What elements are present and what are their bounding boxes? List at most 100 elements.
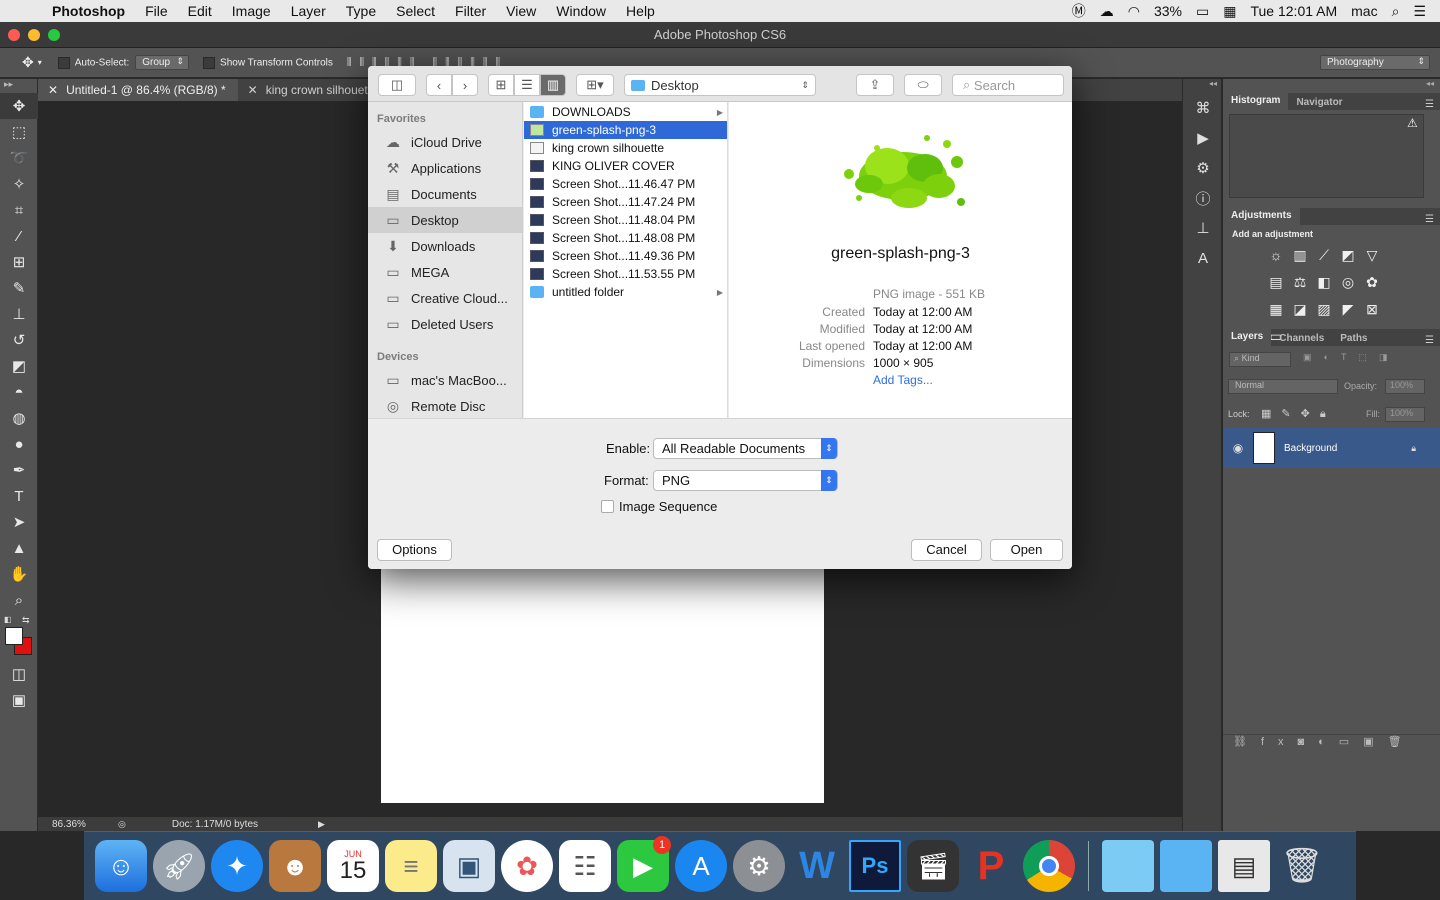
notification-center-icon[interactable]: ☰ <box>1413 3 1426 20</box>
menu-select[interactable]: Select <box>386 3 445 19</box>
tab-paths[interactable]: Paths <box>1332 333 1375 346</box>
cancel-button[interactable]: Cancel <box>911 539 982 561</box>
swap-colors-icon[interactable]: ⇆ <box>22 615 30 626</box>
layer-row-background[interactable]: ◉ Background 🔒︎ <box>1223 428 1440 468</box>
panels-collapse-icon[interactable]: ◂◂ <box>1223 79 1440 93</box>
file-row-screenshot[interactable]: Screen Shot...11.48.08 PM <box>524 229 727 247</box>
app-store-icon[interactable]: A <box>675 840 727 892</box>
vibrance-icon[interactable]: ▽ <box>1361 243 1383 267</box>
status-menu-icon[interactable]: ◎ <box>118 819 126 830</box>
actions-panel-icon[interactable]: ▶ <box>1183 123 1223 153</box>
zoom-tool-icon[interactable]: ⌕ <box>0 587 38 613</box>
move-tool-icon[interactable]: ✥ <box>0 93 38 119</box>
curves-icon[interactable]: ⟋ <box>1313 243 1335 267</box>
marquee-tool-icon[interactable]: ⬚ <box>0 119 38 145</box>
notes-icon[interactable]: ≡ <box>385 840 437 892</box>
blur-tool-icon[interactable]: ◍ <box>0 405 38 431</box>
color-swatches[interactable]: ◧ ⇆ <box>0 613 37 661</box>
blend-mode-dropdown[interactable]: Normal <box>1228 379 1338 394</box>
invert-icon[interactable]: ◪ <box>1289 297 1311 321</box>
sidebar-item-downloads[interactable]: ⬇ Downloads <box>368 233 522 259</box>
back-icon[interactable]: ‹ <box>426 74 452 96</box>
icon-view-icon[interactable]: ⊞ <box>488 74 514 96</box>
lock-icons[interactable]: ▦✎✥🔒︎ <box>1261 407 1336 421</box>
column-view-icon[interactable]: ▥ <box>540 74 566 96</box>
forward-icon[interactable]: › <box>452 74 478 96</box>
tab-navigator[interactable]: Navigator <box>1288 97 1350 110</box>
auto-select-toggle[interactable]: Auto-Select: <box>57 56 129 69</box>
calendar-icon[interactable]: ▦ <box>1223 3 1236 20</box>
user-name[interactable]: mac <box>1351 3 1377 19</box>
layer-filter-icons[interactable]: ▣◐T⬚◨ <box>1303 352 1399 363</box>
pen-tool-icon[interactable]: ✒ <box>0 457 38 483</box>
file-row-untitled-folder[interactable]: untitled folder ▶ <box>524 283 727 301</box>
tab-untitled-1[interactable]: ✕ Untitled-1 @ 86.4% (RGB/8) * <box>38 79 238 101</box>
file-row-screenshot[interactable]: Screen Shot...11.49.36 PM <box>524 247 727 265</box>
lasso-tool-icon[interactable]: ➰ <box>0 145 38 171</box>
search-field[interactable]: ⌕ Search <box>952 74 1064 96</box>
eraser-tool-icon[interactable]: ◩ <box>0 353 38 379</box>
black-white-icon[interactable]: ◧ <box>1313 270 1335 294</box>
add-tags-link[interactable]: Add Tags... <box>873 373 933 387</box>
sidebar-item-remote-disc[interactable]: ◎ Remote Disc <box>368 393 522 419</box>
magic-wand-tool-icon[interactable]: ✧ <box>0 171 38 197</box>
kind-filter-dropdown[interactable]: ⌕ Kind <box>1229 352 1291 367</box>
system-preferences-icon[interactable]: ⚙ <box>733 840 785 892</box>
posterize-icon[interactable]: ▨ <box>1313 297 1335 321</box>
file-row-screenshot[interactable]: Screen Shot...11.47.24 PM <box>524 193 727 211</box>
file-row-screenshot[interactable]: Screen Shot...11.46.47 PM <box>524 175 727 193</box>
selective-color-icon[interactable]: ⊠ <box>1361 297 1383 321</box>
panel-menu-icon[interactable]: ☰ <box>1425 214 1440 225</box>
launchpad-icon[interactable]: 🚀︎ <box>153 840 205 892</box>
warning-icon[interactable]: ⚠ <box>1407 116 1418 130</box>
file-row-downloads[interactable]: DOWNLOADS ▶ <box>524 103 727 121</box>
eyedropper-tool-icon[interactable]: ⁄ <box>0 223 38 249</box>
word-icon[interactable]: W <box>791 840 843 892</box>
menu-help[interactable]: Help <box>616 3 665 19</box>
opacity-field[interactable]: 100% <box>1385 379 1425 394</box>
trash-icon[interactable]: 🗑︎ <box>1276 840 1328 892</box>
mega-icon[interactable]: Ⓜ <box>1072 1 1086 21</box>
clock[interactable]: Tue 12:01 AM <box>1250 3 1337 19</box>
paint-bucket-tool-icon[interactable]: ◓ <box>0 379 38 405</box>
channel-mixer-icon[interactable]: ✿ <box>1361 270 1383 294</box>
history-brush-icon[interactable]: ↺ <box>0 327 38 353</box>
arrange-menu-icon[interactable]: ⊞▾ <box>576 74 614 96</box>
fill-field[interactable]: 100% <box>1385 407 1425 422</box>
threshold-icon[interactable]: ◤ <box>1337 297 1359 321</box>
type-tool-icon[interactable]: T <box>0 483 38 509</box>
sidebar-item-icloud[interactable]: ☁ iCloud Drive <box>368 129 522 155</box>
finder-icon[interactable]: ☺ <box>95 840 147 892</box>
properties-panel-icon[interactable]: ⚙ <box>1183 153 1223 183</box>
shape-tool-icon[interactable]: ▲ <box>0 535 38 561</box>
layer-lock-icon[interactable]: 🔒︎ <box>1411 443 1416 454</box>
move-tool-preset-icon[interactable]: ✥ <box>22 54 34 71</box>
downloads-folder-icon[interactable] <box>1160 840 1212 892</box>
hand-tool-icon[interactable]: ✋ <box>0 561 38 587</box>
image-sequence-checkbox[interactable] <box>601 500 614 513</box>
tag-icon[interactable]: ⬭ <box>904 74 942 96</box>
panel-menu-icon[interactable]: ☰ <box>1425 99 1440 110</box>
strip-collapse-icon[interactable]: ◂◂ <box>1183 79 1221 93</box>
panel-menu-icon[interactable]: ☰ <box>1425 335 1440 346</box>
file-row-screenshot[interactable]: Screen Shot...11.53.55 PM <box>524 265 727 283</box>
screenshots-stack-icon[interactable]: ▤ <box>1218 840 1270 892</box>
list-view-icon[interactable]: ☰ <box>514 74 540 96</box>
layers-footer-icons[interactable]: ⛓fx◙◐▭▣🗑︎ <box>1223 734 1440 750</box>
sidebar-item-applications[interactable]: ⚒ Applications <box>368 155 522 181</box>
menu-filter[interactable]: Filter <box>445 3 496 19</box>
foreground-color-swatch[interactable] <box>5 627 23 645</box>
close-tab-icon[interactable]: ✕ <box>48 83 58 97</box>
menu-edit[interactable]: Edit <box>178 3 222 19</box>
sidebar-item-documents[interactable]: ▤ Documents <box>368 181 522 207</box>
sidebar-item-desktop[interactable]: ▭ Desktop <box>368 207 522 233</box>
file-row-king-crown[interactable]: king crown silhouette <box>524 139 727 157</box>
menu-layer[interactable]: Layer <box>281 3 336 19</box>
dodge-tool-icon[interactable]: ● <box>0 431 38 457</box>
creative-cloud-icon[interactable]: ☁ <box>1100 3 1114 20</box>
default-colors-icon[interactable]: ◧ <box>4 615 12 624</box>
menu-file[interactable]: File <box>135 3 178 19</box>
photo-filter-icon[interactable]: ◎ <box>1337 270 1359 294</box>
sidebar-item-deleted-users[interactable]: ▭ Deleted Users <box>368 311 522 337</box>
safari-icon[interactable]: ✦ <box>211 840 263 892</box>
